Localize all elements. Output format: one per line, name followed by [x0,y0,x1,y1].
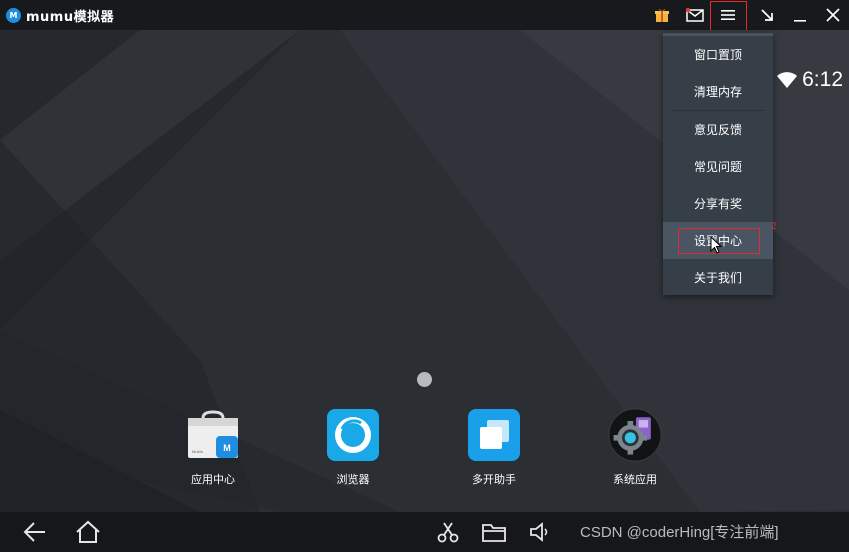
back-icon [23,522,45,542]
folder-button[interactable] [476,512,512,552]
system-apps-icon [608,408,662,462]
main-menu-dropdown: 窗口置顶 清理内存 意见反馈 常见问题 分享有奖 设置中心 关于我们 [663,33,773,295]
volume-button[interactable] [522,512,558,552]
gift-icon [654,8,669,22]
menu-item-faq[interactable]: 常见问题 [663,148,773,185]
restore-icon [760,9,773,21]
title-bar: M mumu模拟器 [0,0,849,30]
close-icon [825,8,840,22]
app-label: 系统应用 [613,473,657,486]
menu-item-feedback[interactable]: 意见反馈 [663,111,773,148]
time-text: 6:12 [802,68,843,91]
screenshot-button[interactable] [430,512,466,552]
menu-item-about[interactable]: 关于我们 [663,259,773,296]
menu-item-label: 常见问题 [693,160,742,174]
menu-item-share-reward[interactable]: 分享有奖 [663,185,773,222]
wifi-icon [777,72,798,88]
app-center-brand-text: MuMu [192,449,203,454]
app-label: 浏览器 [336,473,370,486]
page-indicator-dot [417,372,432,387]
app-label: 多开助手 [472,473,516,486]
restore-button[interactable] [750,0,783,30]
app-title: mumu模拟器 [26,9,115,25]
app-logo: M mumu模拟器 [6,6,114,25]
back-button[interactable] [17,512,53,552]
mail-button[interactable] [678,0,711,30]
menu-item-pin-window[interactable]: 窗口置顶 [663,36,773,73]
browser-app[interactable]: 浏览器 [308,408,398,487]
app-center-icon: M MuMu [186,408,240,462]
folder-icon [482,524,506,542]
close-button[interactable] [816,0,849,30]
menu-button[interactable] [711,0,744,30]
scissors-icon [437,522,459,543]
menu-item-label: 分享有奖 [693,197,742,211]
app-label: 应用中心 [191,473,235,486]
menu-icon [720,10,735,20]
menu-item-label: 清理内存 [693,85,742,99]
menu-item-label: 关于我们 [693,271,742,285]
home-button[interactable] [70,512,106,552]
app-center[interactable]: M MuMu 应用中心 [168,408,258,487]
system-apps[interactable]: 系统应用 [590,408,680,487]
mouse-cursor-icon [710,236,722,254]
browser-icon [326,408,380,462]
mumu-logo-icon: M [6,7,21,23]
menu-item-label: 意见反馈 [693,123,742,137]
watermark-text: CSDN @coderHing[专注前端] [580,524,779,541]
home-icon [76,520,100,543]
gift-button[interactable] [645,0,678,30]
multi-instance-app[interactable]: 多开助手 [449,408,539,487]
menu-item-clear-memory[interactable]: 清理内存 [663,73,773,110]
multi-instance-icon [467,408,521,462]
status-clock: 6:12 [776,68,843,92]
menu-item-label: 窗口置顶 [693,48,742,62]
volume-icon [530,522,548,542]
minimize-icon [793,20,806,22]
minimize-button[interactable] [783,0,816,30]
annotation-marker-2: 2 [771,220,777,232]
app-center-badge-text: M [223,443,231,453]
mail-icon [685,8,704,22]
